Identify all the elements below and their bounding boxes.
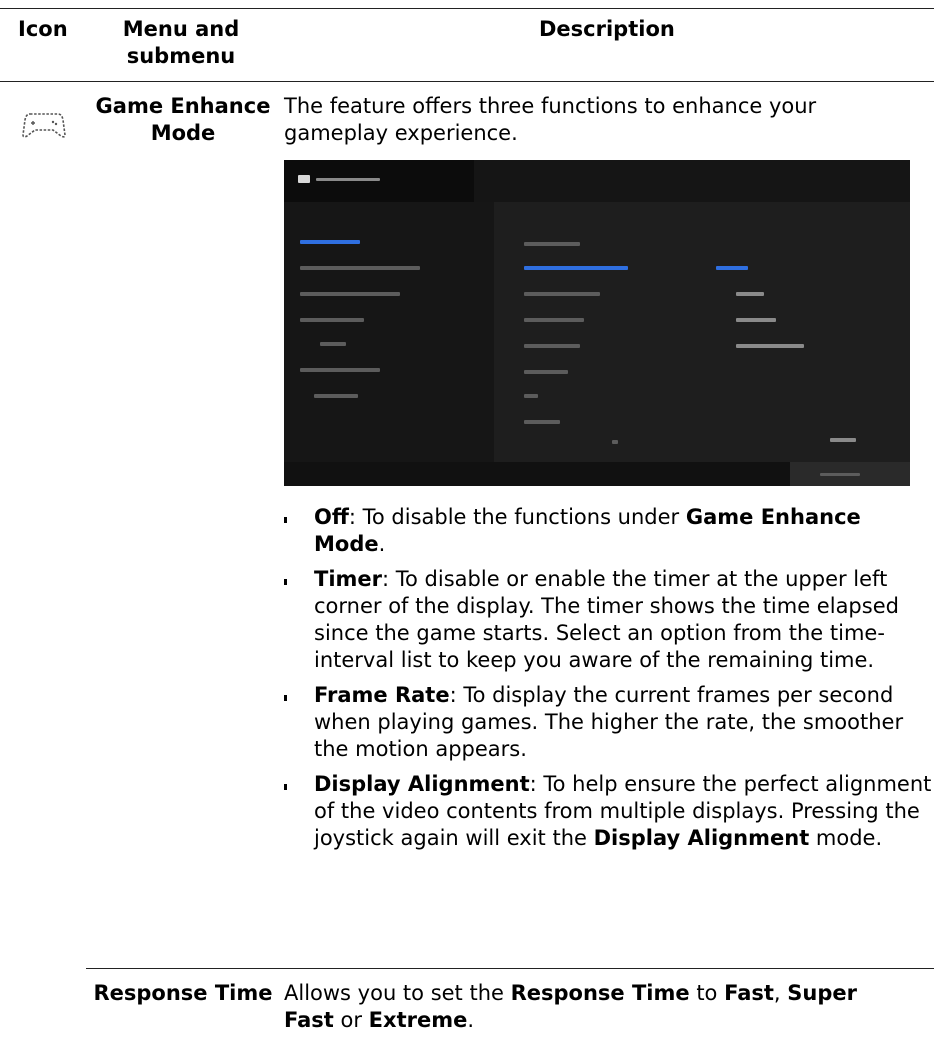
osd-menu-screenshot bbox=[284, 160, 910, 486]
row-title-response-time: Response Time bbox=[93, 981, 273, 1005]
game-enhance-options-list: Off: To disable the functions under Game… bbox=[284, 504, 934, 860]
gamepad-icon bbox=[22, 110, 66, 140]
list-item-off: Off: To disable the functions under Game… bbox=[284, 504, 934, 558]
header-icon: Icon bbox=[18, 17, 68, 41]
header-menu-submenu: Menu and submenu bbox=[122, 17, 240, 68]
table-top-rule bbox=[0, 8, 934, 9]
row-divider bbox=[86, 968, 934, 969]
list-item-display-alignment: Display Alignment: To help ensure the pe… bbox=[284, 771, 934, 852]
header-bottom-rule bbox=[0, 81, 934, 82]
list-item-frame-rate: Frame Rate: To display the current frame… bbox=[284, 682, 934, 763]
game-enhance-intro: The feature offers three functions to en… bbox=[284, 94, 817, 145]
header-description: Description bbox=[539, 17, 675, 41]
row-title-game-enhance-mode: Game Enhance Mode bbox=[95, 94, 271, 145]
list-item-timer: Timer: To disable or enable the timer at… bbox=[284, 566, 934, 674]
response-time-desc: Allows you to set the Response Time to F… bbox=[284, 981, 857, 1032]
